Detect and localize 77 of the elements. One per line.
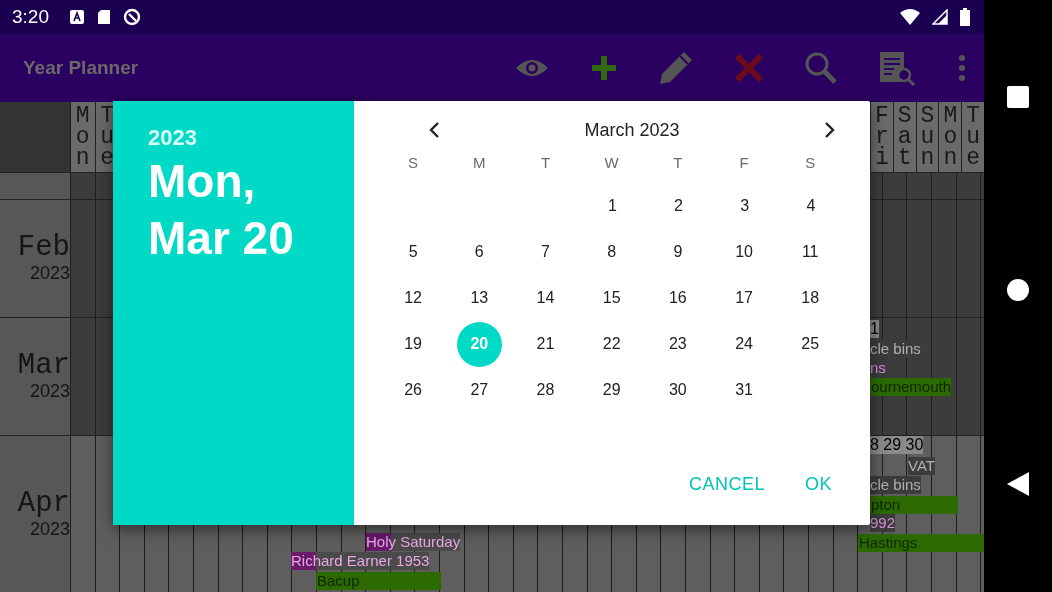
weekday-label: M (472, 153, 487, 171)
day-cell[interactable]: 4 (788, 183, 834, 229)
app-title: Year Planner (23, 57, 139, 79)
event-label: cle bins (870, 340, 921, 358)
day-header: Mon (938, 102, 962, 172)
day-cell[interactable]: 8 (589, 229, 635, 275)
circle-slash-icon (123, 8, 141, 26)
add-icon[interactable] (590, 54, 618, 82)
month-name: Apr (17, 488, 70, 519)
font-icon (69, 9, 85, 25)
delete-icon[interactable] (734, 53, 764, 83)
battery-icon (960, 8, 970, 26)
event-label: 992 (870, 514, 896, 532)
day-cell[interactable]: 16 (655, 275, 701, 321)
day-cell[interactable]: 1 (589, 183, 635, 229)
day-header: Mon (70, 102, 95, 172)
wifi-icon (900, 9, 920, 25)
day-cell[interactable]: 18 (787, 275, 833, 321)
day-cell[interactable]: 28 (522, 367, 568, 413)
month-year: 2023 (29, 263, 70, 284)
day-cell[interactable]: 7 (522, 229, 568, 275)
home-icon[interactable] (1007, 279, 1029, 301)
day-cell[interactable]: 27 (456, 367, 502, 413)
day-header: Tue (961, 102, 984, 172)
day-cell[interactable]: 26 (390, 367, 436, 413)
day-cell[interactable]: 25 (787, 321, 833, 367)
day-numbers: 8 29 30 (870, 436, 924, 454)
day-cell[interactable]: 9 (655, 229, 701, 275)
day-cell[interactable]: 10 (721, 229, 767, 275)
weekday-label: S (407, 153, 420, 171)
signal-icon (932, 9, 948, 25)
day-header: Fri (870, 102, 893, 172)
more-options-icon[interactable] (958, 55, 966, 81)
day-cell[interactable]: 6 (456, 229, 502, 275)
month-year: 2023 (29, 518, 70, 540)
day-cell[interactable]: 12 (390, 275, 436, 321)
day-cell[interactable]: 19 (390, 321, 436, 367)
pencil-icon[interactable] (658, 50, 694, 86)
day-cell[interactable]: 15 (589, 275, 635, 321)
day-cell[interactable]: 21 (522, 321, 568, 367)
day-cell[interactable]: 24 (721, 321, 767, 367)
event-label[interactable]: Richard Earner 1953 (291, 552, 430, 570)
search-icon[interactable] (804, 51, 838, 85)
day-cell[interactable]: 11 (787, 229, 833, 275)
selected-date: Mon, Mar 20 (148, 154, 295, 266)
month-title: March 2023 (584, 119, 680, 141)
clock-time: 3:20 (12, 6, 49, 28)
month-name: Feb (17, 233, 70, 263)
day-header: Sun (915, 102, 939, 172)
day-cell[interactable]: 3 (722, 183, 768, 229)
month-year: 2023 (29, 381, 70, 402)
weekday-label: T (539, 153, 552, 171)
weekday-label: W (603, 153, 620, 171)
back-icon[interactable] (1007, 472, 1029, 497)
document-search-icon[interactable] (878, 50, 916, 86)
event-label[interactable]: Holy Saturday (366, 533, 461, 551)
day-numbers: 1 (870, 320, 879, 338)
event-label: VAT (908, 457, 935, 475)
day-cell[interactable]: 22 (589, 321, 635, 367)
day-cell[interactable]: 14 (522, 275, 568, 321)
day-header: Sat (892, 102, 916, 172)
sd-card-icon (97, 9, 111, 25)
day-cell[interactable]: 5 (390, 229, 436, 275)
day-cell[interactable]: 2 (656, 183, 702, 229)
day-cell[interactable]: 31 (721, 367, 767, 413)
event-label: ns (870, 359, 886, 377)
day-cell[interactable]: 30 (655, 367, 701, 413)
event-label: cle bins (870, 476, 921, 494)
weekday-label: F (738, 153, 750, 171)
day-cell[interactable]: 13 (456, 275, 502, 321)
weekday-label: S (804, 153, 817, 171)
day-cell[interactable]: 29 (589, 367, 635, 413)
recents-icon[interactable] (1007, 85, 1029, 108)
day-cell[interactable]: 23 (655, 321, 701, 367)
month-name: Mar (17, 351, 70, 381)
weekday-label: T (672, 153, 684, 171)
day-cell[interactable]: 17 (721, 275, 767, 321)
